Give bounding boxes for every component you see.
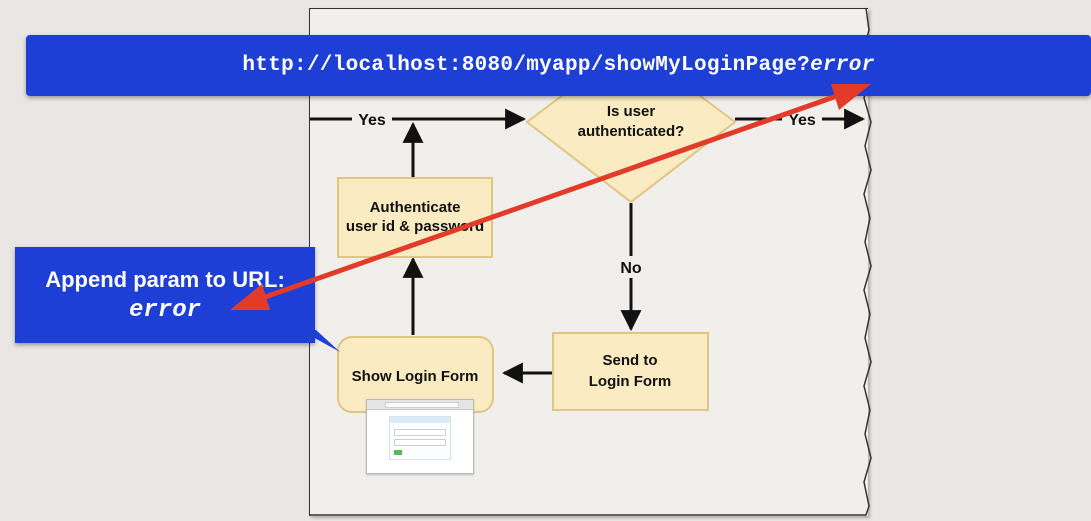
url-banner: http://localhost:8080/myapp/showMyLoginP… xyxy=(26,35,1091,96)
decision-label-line2: authenticated? xyxy=(578,123,685,140)
append-param-callout: Append param to URL: error xyxy=(15,247,315,343)
login-form-thumbnail xyxy=(366,399,474,474)
thumbnail-login-button xyxy=(394,450,402,455)
callout-line1: Append param to URL: xyxy=(45,267,285,292)
url-text: http://localhost:8080/myapp/showMyLoginP… xyxy=(242,54,811,77)
thumbnail-username-field xyxy=(394,429,446,436)
authenticate-label-line1: Authenticate xyxy=(370,199,461,216)
send-to-login-label-line1: Send to xyxy=(603,352,658,369)
show-login-form-label: Show Login Form xyxy=(352,368,479,385)
send-to-login-box xyxy=(552,332,709,411)
edge-label-no: No xyxy=(620,260,642,277)
authenticate-label-line2: user id & password xyxy=(346,218,484,235)
edge-label-yes-right: Yes xyxy=(788,112,816,129)
url-param: error xyxy=(810,54,875,77)
decision-label-line1: Is user xyxy=(607,103,656,120)
thumbnail-panel-header xyxy=(390,417,450,423)
callout-line2: error xyxy=(128,297,201,324)
thumbnail-login-panel xyxy=(389,416,451,460)
edge-label-yes-left: Yes xyxy=(358,112,386,129)
send-to-login-label-line2: Login Form xyxy=(589,373,672,390)
thumbnail-password-field xyxy=(394,439,446,446)
thumbnail-browser-bar xyxy=(367,400,473,410)
thumbnail-url-field xyxy=(385,402,459,408)
